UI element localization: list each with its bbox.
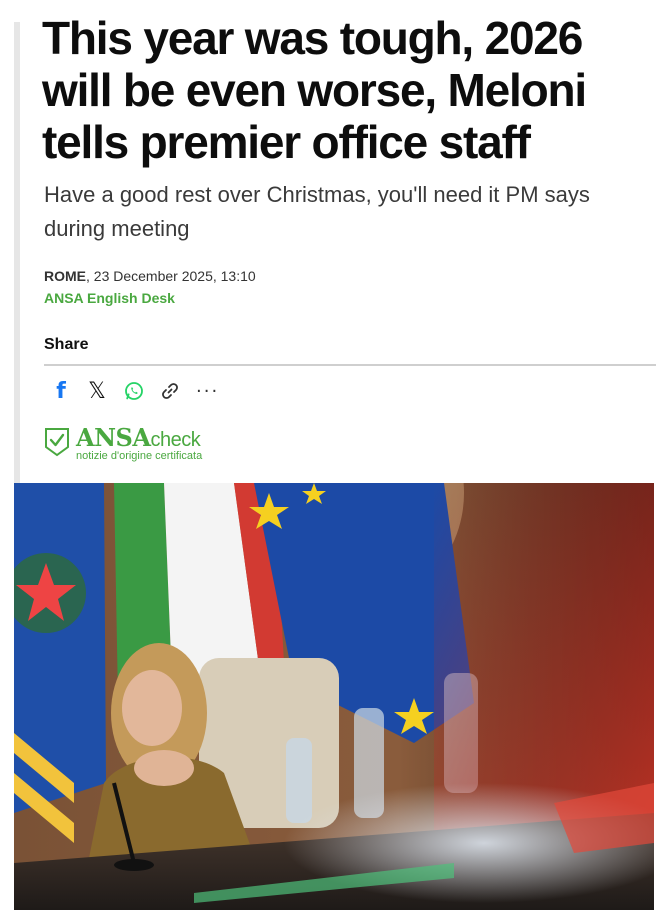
shield-check-icon bbox=[44, 427, 70, 462]
ansa-brand: ANSAcheck bbox=[76, 423, 201, 452]
headline: This year was tough, 2026 will be even w… bbox=[42, 12, 587, 168]
article-side-bar bbox=[14, 22, 20, 487]
ansa-check-logo: ANSAcheck notizie d'origine certificata bbox=[76, 426, 202, 462]
article-header: This year was tough, 2026 will be even w… bbox=[42, 12, 657, 462]
ansa-check-badge[interactable]: ANSAcheck notizie d'origine certificata bbox=[44, 426, 657, 462]
photo-illustration bbox=[14, 483, 654, 910]
hero-photo[interactable] bbox=[14, 483, 654, 910]
city: ROME bbox=[44, 268, 86, 284]
share-bar: f 𝕏 ··· bbox=[52, 378, 657, 404]
subtitle: Have a good rest over Christmas, you'll … bbox=[44, 182, 590, 241]
share-divider bbox=[44, 364, 656, 366]
whatsapp-icon[interactable] bbox=[124, 381, 144, 401]
x-icon[interactable]: 𝕏 bbox=[86, 379, 108, 404]
link-icon[interactable] bbox=[160, 381, 180, 401]
facebook-icon[interactable]: f bbox=[52, 379, 70, 404]
date-time: , 23 December 2025, 13:10 bbox=[86, 268, 256, 284]
more-icon[interactable]: ··· bbox=[196, 381, 219, 402]
dateline: ROME, 23 December 2025, 13:10 bbox=[44, 268, 657, 284]
ansa-tagline: notizie d'origine certificata bbox=[76, 450, 203, 462]
author-desk[interactable]: ANSA English Desk bbox=[44, 290, 657, 306]
share-label: Share bbox=[44, 336, 89, 353]
